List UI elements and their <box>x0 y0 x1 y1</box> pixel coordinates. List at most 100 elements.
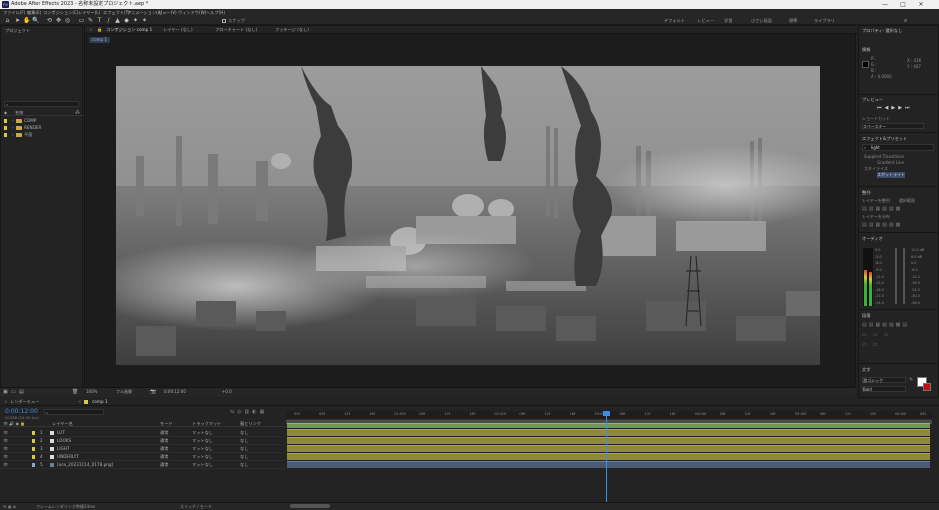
chevron-right-icon[interactable]: › <box>12 118 14 124</box>
menu-layer[interactable]: レイヤー(L) <box>78 9 100 16</box>
layer-mode-select[interactable]: 通常 <box>160 446 168 452</box>
layer-bar[interactable] <box>287 453 930 460</box>
stamp-tool-icon[interactable]: ▲ <box>114 17 121 24</box>
selection-tool-icon[interactable]: ➤ <box>14 17 21 24</box>
layer-trkmat-select[interactable]: マットなし <box>192 454 213 460</box>
stroke-color-swatch[interactable] <box>923 383 931 391</box>
align-tab[interactable]: 整列 <box>862 190 870 196</box>
zoom-slider[interactable] <box>290 504 330 508</box>
label-color-icon[interactable] <box>32 439 35 443</box>
type-tool-icon[interactable]: T <box>96 17 103 24</box>
tab-comp[interactable]: comp 1 <box>92 399 108 405</box>
breadcrumb[interactable]: comp 1 <box>89 37 110 43</box>
rectangle-tool-icon[interactable]: ▭ <box>78 17 85 24</box>
audio-tab[interactable]: オーディオ <box>862 236 883 242</box>
layer-parent-select[interactable]: なし <box>240 430 248 436</box>
magnification-label[interactable]: 100% <box>86 389 97 394</box>
snap-checkbox[interactable] <box>222 19 226 23</box>
layer-trkmat-select[interactable]: マットなし <box>192 438 213 444</box>
tab-composition[interactable]: コンポジション comp 1 <box>106 27 152 33</box>
rotate-tool-icon[interactable]: ⟲ <box>46 17 53 24</box>
footer-icons[interactable]: ⚙ ▣ ◈ <box>3 504 16 509</box>
layer-bar[interactable] <box>287 445 930 452</box>
zoom-tool-icon[interactable]: 🔍 <box>32 17 39 24</box>
distribute-buttons[interactable]: ▤▥▦▧▨▩ <box>862 222 902 228</box>
table-row[interactable]: 👁 5 [ece_20231114_0178.png] 通常 マットなし なし <box>0 461 285 469</box>
info-tab[interactable]: 情報 <box>862 47 870 53</box>
layer-trkmat-select[interactable]: マットなし <box>192 462 213 468</box>
workspace-default[interactable]: デフォルト <box>664 17 685 24</box>
close-tab-icon[interactable]: × <box>78 399 82 405</box>
flowchart-icon[interactable]: ⁂ <box>75 110 80 116</box>
roto-brush-tool-icon[interactable]: ✦ <box>132 17 139 24</box>
project-search-input[interactable]: ⌕ <box>4 101 79 107</box>
timeline-switch-icons[interactable]: ⇆◎▥◐▦ <box>230 409 267 415</box>
volume-slider-left[interactable] <box>895 248 897 304</box>
layer-name[interactable]: LUT <box>57 430 65 435</box>
layer-trkmat-select[interactable]: マットなし <box>192 446 213 452</box>
align-target[interactable]: 選択範囲 <box>899 198 915 204</box>
hand-tool-icon[interactable]: ✋ <box>23 17 30 24</box>
column-trkmat[interactable]: トラックマット <box>192 421 221 427</box>
comp-timecode[interactable]: 0:00:12:00 <box>164 389 186 394</box>
switches-modes-toggle[interactable]: スイッチ / モード <box>180 504 212 510</box>
layer-bar[interactable] <box>287 461 930 468</box>
layer-parent-select[interactable]: なし <box>240 462 248 468</box>
preview-controls[interactable]: ⏮◀▶▶⏭ <box>877 105 913 111</box>
menu-composition[interactable]: コンポジション(C) <box>43 9 79 16</box>
tab-layer[interactable]: レイヤー (なし) <box>163 27 193 33</box>
lock-icon[interactable]: 🔒 <box>97 27 102 33</box>
list-item[interactable]: › 平面 <box>1 132 84 138</box>
table-row[interactable]: 👁 1 LUT 通常 マットなし なし <box>0 429 285 437</box>
table-row[interactable]: 👁 3 LIGHT 通常 マットなし なし <box>0 445 285 453</box>
search-help-icon[interactable]: ⌕ <box>904 17 912 24</box>
menu-file[interactable]: ファイル(F) <box>3 9 25 16</box>
playhead-handle[interactable] <box>602 411 610 416</box>
layer-name[interactable]: [ece_20231114_0178.png] <box>57 462 113 467</box>
new-comp-icon[interactable]: ▤ <box>19 389 24 395</box>
tab-footage[interactable]: フッテージ (なし) <box>275 27 309 33</box>
paragraph-space-fields[interactable]: ▭▭ <box>862 342 883 348</box>
interpret-footage-icon[interactable]: ▣ <box>3 389 8 395</box>
orbit-tool-icon[interactable]: ✥ <box>55 17 62 24</box>
layer-bar[interactable] <box>287 429 930 436</box>
workspace-review[interactable]: レビュー <box>697 17 714 24</box>
label-color-icon[interactable] <box>32 455 35 459</box>
table-row[interactable]: 👁 2 LOOKS 通常 マットなし なし <box>0 437 285 445</box>
font-family-select[interactable]: 游ゴシック <box>862 377 906 383</box>
layer-parent-select[interactable]: なし <box>240 454 248 460</box>
snapshot-icon[interactable]: 📷 <box>150 389 156 395</box>
tab-flowchart[interactable]: フローチャート (なし) <box>215 27 257 33</box>
effect-item[interactable]: Gradient Line <box>877 160 904 165</box>
composition-frame[interactable] <box>116 66 820 365</box>
workspace-small-screen[interactable]: 小さい画面 <box>751 17 772 24</box>
project-tab[interactable]: プロジェクト <box>5 28 30 34</box>
volume-slider-right[interactable] <box>903 248 905 304</box>
playhead[interactable] <box>602 411 610 503</box>
font-style-select[interactable]: Bold <box>862 386 906 392</box>
visibility-icon[interactable]: 👁 <box>3 454 8 460</box>
effects-search-input[interactable]: ⌕ light <box>862 144 934 151</box>
menu-animation[interactable]: アニメーション(A) <box>127 9 162 16</box>
menu-view[interactable]: ビュー(V) <box>158 9 177 16</box>
effects-category[interactable]: Supplied Transitions <box>864 154 904 159</box>
close-tab-icon[interactable]: × <box>4 399 8 405</box>
puppet-tool-icon[interactable]: ✶ <box>141 17 148 24</box>
offset-readout[interactable]: +0.0 <box>222 389 232 394</box>
trash-icon[interactable]: 🗑 <box>72 389 78 395</box>
layer-name[interactable]: LOOKS <box>57 438 71 443</box>
properties-tab[interactable]: プロパティ: 選択なし <box>862 28 902 34</box>
layer-trkmat-select[interactable]: マットなし <box>192 430 213 436</box>
character-tab[interactable]: 文字 <box>862 367 870 373</box>
pan-behind-tool-icon[interactable]: ◎ <box>64 17 71 24</box>
paragraph-indent-fields[interactable]: ▭▭▭ <box>862 332 894 338</box>
align-buttons[interactable]: ▤▥▦▧▨▩ <box>862 206 902 212</box>
paragraph-align-buttons[interactable]: ▤▥▦▧▨▩▤ <box>862 322 909 328</box>
close-button[interactable]: ✕ <box>915 0 927 9</box>
table-row[interactable]: 👁 4 UNDERLYT 通常 マットなし なし <box>0 453 285 461</box>
preview-tab[interactable]: プレビュー <box>862 97 883 103</box>
tab-render-queue[interactable]: レンダーキュー <box>10 399 39 405</box>
menu-window[interactable]: ウィンドウ(W) <box>178 9 206 16</box>
home-icon[interactable]: ⌂ <box>4 17 11 24</box>
workspace-library[interactable]: ライブラリ <box>814 17 835 24</box>
